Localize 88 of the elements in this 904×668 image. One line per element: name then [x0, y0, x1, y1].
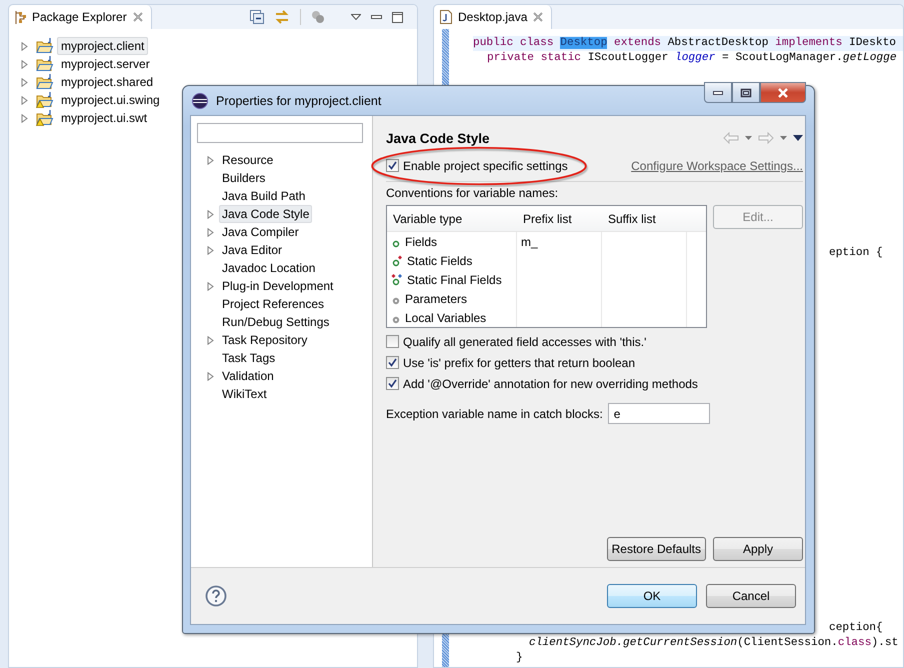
checkbox-label: Add '@Override' annotation for new overriding methods	[403, 376, 698, 390]
preference-page-item[interactable]: Resource	[219, 151, 276, 169]
preference-page-item[interactable]: Builders	[219, 169, 268, 187]
caret-icon[interactable]	[780, 136, 787, 140]
filter-icon[interactable]	[311, 10, 325, 24]
page-button[interactable]: Restore Defaults	[606, 537, 706, 561]
close-icon	[777, 88, 789, 98]
eclipse-icon	[192, 92, 208, 108]
view-tab[interactable]: Package Explorer	[9, 5, 152, 29]
checkbox-label: Use 'is' prefix for getters that return boolean	[403, 356, 636, 370]
checkbox[interactable]	[386, 159, 399, 172]
caret-icon[interactable]	[745, 136, 752, 140]
table-cell: m_	[521, 234, 538, 248]
preference-page-item[interactable]: Java Code Style	[219, 205, 312, 223]
dialog-button[interactable]: OK	[607, 584, 697, 608]
preference-page-item[interactable]: Task Tags	[219, 349, 278, 367]
checkbox[interactable]	[386, 335, 399, 348]
maximize-button[interactable]	[732, 82, 760, 103]
static-final-field-icon	[391, 272, 403, 286]
table-cell: Fields	[405, 234, 438, 248]
expand-icon[interactable]	[207, 336, 214, 344]
forward-icon[interactable]	[758, 132, 774, 144]
configure-workspace-link[interactable]: Configure Workspace Settings...	[631, 158, 803, 172]
project-item[interactable]: myproject.client	[57, 37, 148, 55]
preference-page-item[interactable]: WikiText	[219, 385, 270, 403]
preference-page-item[interactable]: Run/Debug Settings	[219, 313, 332, 331]
project-item[interactable]: myproject.ui.swt	[57, 109, 152, 127]
project-item[interactable]: myproject.ui.swing	[57, 91, 164, 109]
view-menu-icon[interactable]	[351, 14, 361, 20]
page-title: Java Code Style	[386, 130, 490, 146]
preference-page-item[interactable]: Plug-in Development	[219, 277, 336, 295]
checkbox-label: Qualify all generated field accesses with 'this.'	[403, 334, 646, 348]
java-file-icon	[440, 10, 452, 24]
checkbox[interactable]	[386, 356, 399, 369]
expand-icon[interactable]	[207, 372, 214, 380]
editor-tab-title: Desktop.java	[458, 10, 528, 24]
minimize-button[interactable]	[704, 82, 732, 103]
expand-icon[interactable]	[207, 282, 214, 290]
close-icon[interactable]	[533, 12, 544, 22]
collapse-all-icon[interactable]	[250, 10, 264, 24]
column-header[interactable]: Variable type	[387, 206, 517, 231]
restore-icon	[740, 88, 752, 98]
preference-page-item[interactable]: Java Build Path	[219, 187, 308, 205]
column-header[interactable]: Prefix list	[517, 206, 602, 231]
expand-icon[interactable]	[207, 156, 214, 164]
section-label: Conventions for variable names:	[386, 186, 560, 200]
table-cell: Static Fields	[407, 254, 472, 268]
preference-page-item[interactable]: Javadoc Location	[219, 259, 318, 277]
static-field-icon	[391, 254, 403, 268]
close-button[interactable]	[760, 82, 806, 103]
preference-page-item[interactable]: Validation	[219, 367, 277, 385]
table-cell: Local Variables	[405, 310, 486, 324]
exception-name-field[interactable]: e	[608, 403, 710, 424]
code-line: clientSyncJob.getCurrentSession(ClientSession.class).st	[528, 636, 900, 651]
expand-icon[interactable]	[207, 246, 214, 254]
code-line: ception{	[828, 621, 884, 636]
link-with-editor-icon[interactable]	[274, 9, 290, 25]
view-menu-icon[interactable]	[793, 135, 803, 141]
preference-page-item[interactable]: Project References	[219, 295, 328, 313]
package-explorer-icon	[15, 10, 26, 24]
code-line: }	[515, 651, 524, 666]
checkbox[interactable]	[386, 377, 399, 390]
code-line: private static IScoutLogger logger = ScoutLogManager.getLogge	[486, 51, 898, 66]
project-item[interactable]: myproject.shared	[57, 73, 158, 91]
table-cell: Parameters	[405, 292, 468, 306]
minimize-icon	[713, 90, 723, 94]
preference-page-item[interactable]: Java Compiler	[219, 223, 302, 241]
help-icon[interactable]	[205, 585, 227, 607]
preference-page-item[interactable]: Java Editor	[219, 241, 286, 259]
maximize-icon[interactable]	[392, 12, 403, 22]
back-icon[interactable]	[723, 132, 739, 144]
checkbox-label: Enable project specific settings	[403, 158, 568, 172]
filter-field[interactable]	[197, 123, 363, 143]
table-cell: Static Final Fields	[407, 272, 502, 286]
expand-icon[interactable]	[207, 210, 214, 218]
column-header[interactable]: Suffix list	[602, 206, 687, 231]
project-item[interactable]: myproject.server	[57, 55, 154, 73]
dialog-button[interactable]: Cancel	[706, 584, 796, 608]
page-button[interactable]: Apply	[713, 537, 803, 561]
field-label: Exception variable name in catch blocks:	[386, 406, 603, 420]
close-icon[interactable]	[132, 12, 143, 22]
view-tab-title: Package Explorer	[32, 10, 127, 24]
preference-page-item[interactable]: Task Repository	[219, 331, 310, 349]
code-line: eption {	[828, 246, 884, 261]
dialog-title: Properties for myproject.client	[216, 94, 382, 108]
expand-icon[interactable]	[207, 228, 214, 236]
minimize-icon[interactable]	[371, 14, 382, 20]
editor-tab[interactable]: Desktop.java	[434, 5, 552, 29]
